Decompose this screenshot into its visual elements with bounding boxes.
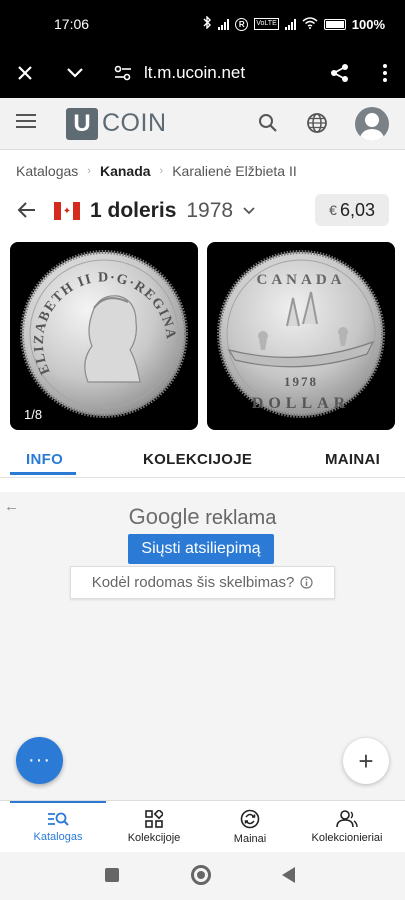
ad-label: reklama — [205, 507, 277, 529]
swap-icon — [240, 809, 260, 829]
active-tab-indicator — [10, 472, 76, 475]
close-icon — [18, 66, 32, 80]
back-button[interactable] — [16, 199, 40, 223]
reverse-coin-graphic: CANADA 1978 DOLLAR — [217, 250, 385, 418]
coin-name: 1 doleris — [90, 199, 177, 222]
arrow-left-icon — [17, 202, 35, 218]
why-this-ad-button[interactable]: Kodėl rodomas šis skelbimas? — [70, 566, 335, 599]
android-nav-bar — [0, 852, 405, 900]
registered-icon: R — [235, 17, 249, 31]
nav-collection[interactable]: Kolekcijoje — [114, 801, 194, 853]
nav-swap[interactable]: Mainai — [210, 801, 290, 853]
image-counter: 1/8 — [24, 407, 43, 422]
nav-catalog[interactable]: Katalogas — [18, 801, 98, 853]
bluetooth-icon — [202, 15, 212, 32]
hamburger-menu-button[interactable] — [16, 113, 36, 134]
price-value: 6,03 — [339, 199, 375, 220]
system-back-button[interactable] — [282, 867, 295, 883]
chevron-down-icon — [67, 68, 83, 78]
catalog-search-icon — [48, 812, 69, 826]
breadcrumb-country[interactable]: Kanada — [100, 163, 151, 179]
search-button[interactable] — [258, 113, 278, 138]
coin-year: 1978 — [186, 199, 234, 222]
share-icon — [331, 64, 348, 82]
volte-icon: VoLTE — [254, 18, 279, 30]
recents-button[interactable] — [105, 868, 119, 882]
collapse-button[interactable] — [50, 48, 100, 98]
obverse-coin-graphic: ELIZABETH II D·G·REGINA — [20, 250, 188, 418]
coin-obverse-image[interactable]: ELIZABETH II D·G·REGINA 1/8 — [10, 242, 198, 430]
coin-reverse-image[interactable]: CANADA 1978 DOLLAR — [207, 242, 395, 430]
hamburger-icon — [16, 114, 36, 128]
more-options-button[interactable] — [365, 48, 405, 98]
tab-info[interactable]: INFO — [26, 451, 63, 468]
why-this-ad-text: Kodėl rodomas šis skelbimas? — [91, 574, 295, 591]
status-icons: R VoLTE 100% — [202, 15, 385, 32]
address-bar[interactable]: lt.m.ucoin.net — [100, 63, 315, 83]
logo-mark: U — [66, 107, 98, 140]
google-logo: Google — [128, 504, 200, 529]
logo-text: COIN — [102, 109, 167, 137]
svg-text:DOLLAR: DOLLAR — [252, 395, 350, 412]
more-menu-fab[interactable]: ··· — [16, 737, 63, 784]
nav-collectors-label: Kolekcionieriai — [311, 832, 383, 844]
svg-text:CANADA: CANADA — [257, 272, 346, 288]
coin-title-row: ✦ 1 doleris 1978 € 6,03 — [0, 190, 405, 232]
home-button[interactable] — [191, 865, 211, 885]
send-feedback-button[interactable]: Siųsti atsiliepimą — [128, 534, 274, 564]
status-bar: 17:06 R VoLTE 100% — [0, 0, 405, 48]
nav-catalog-label: Katalogas — [33, 831, 83, 843]
battery-icon — [323, 18, 346, 30]
more-vertical-icon — [383, 64, 387, 82]
bottom-nav: Katalogas Kolekcijoje Mainai Kolekcionie… — [0, 800, 405, 852]
signal-icon-2 — [284, 18, 296, 30]
nav-swap-label: Mainai — [233, 833, 267, 845]
nav-collectors[interactable]: Kolekcionieriai — [300, 801, 394, 853]
info-icon — [300, 576, 313, 589]
wifi-icon — [302, 16, 318, 32]
url-text: lt.m.ucoin.net — [144, 63, 246, 82]
chevron-right-icon: › — [159, 165, 164, 177]
price-badge[interactable]: € 6,03 — [315, 194, 389, 226]
tab-swap[interactable]: MAINAI — [325, 451, 380, 468]
ad-header: Google reklama — [0, 504, 405, 530]
add-fab[interactable]: + — [343, 738, 389, 784]
grid-icon — [145, 810, 163, 828]
year-selector[interactable]: 1978 — [186, 199, 255, 223]
currency-symbol: € — [329, 202, 337, 218]
chevron-right-icon: › — [87, 165, 91, 177]
share-button[interactable] — [315, 48, 365, 98]
status-time: 17:06 — [54, 16, 90, 32]
ucoin-logo[interactable]: U COIN — [66, 107, 167, 140]
globe-icon — [307, 113, 327, 133]
language-button[interactable] — [306, 112, 328, 139]
site-header: U COIN — [0, 98, 405, 150]
svg-text:1978: 1978 — [284, 374, 318, 389]
users-icon — [336, 810, 358, 828]
breadcrumb-period[interactable]: Karalienė Elžbieta II — [172, 163, 297, 179]
user-avatar[interactable] — [355, 107, 389, 141]
chevron-down-icon — [243, 207, 255, 215]
canada-flag-icon: ✦ — [54, 202, 80, 220]
breadcrumb-catalog[interactable]: Katalogas — [16, 163, 78, 179]
breadcrumb: Katalogas › Kanada › Karalienė Elžbieta … — [16, 163, 297, 179]
nav-collection-label: Kolekcijoje — [127, 832, 181, 844]
search-icon — [259, 114, 277, 132]
battery-level: 100% — [351, 16, 385, 32]
tab-in-collection[interactable]: KOLEKCIJOJE — [143, 451, 252, 468]
close-tab-button[interactable] — [0, 48, 50, 98]
signal-icon — [218, 18, 230, 30]
site-settings-icon[interactable] — [114, 65, 132, 81]
browser-toolbar: lt.m.ucoin.net — [0, 48, 405, 98]
